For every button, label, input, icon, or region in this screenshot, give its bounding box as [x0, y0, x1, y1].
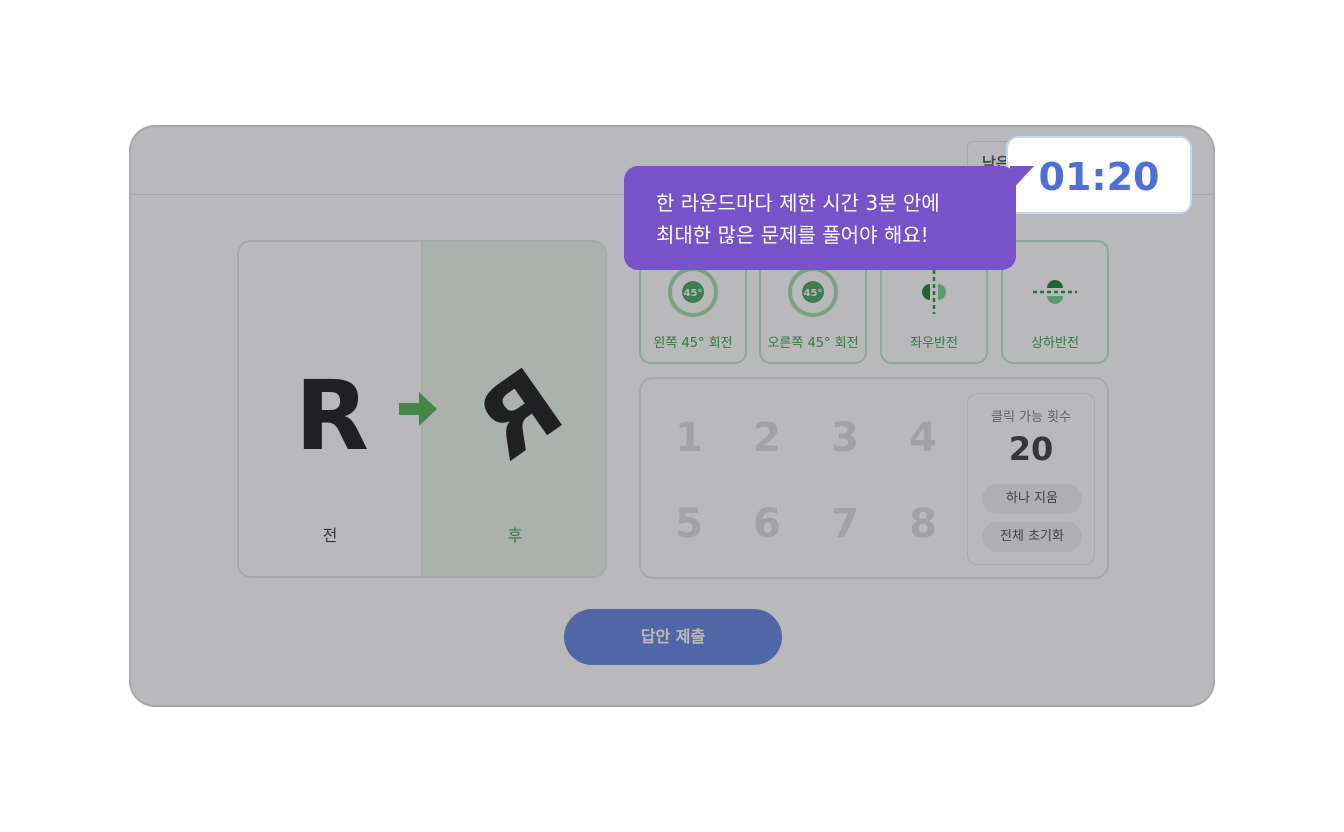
tooltip-line-1: 한 라운드마다 제한 시간 3분 안에 [656, 191, 940, 215]
tutorial-tooltip: 한 라운드마다 제한 시간 3분 안에 최대한 많은 문제를 풀어야 해요! [624, 166, 1016, 270]
tooltip-line-2: 최대한 많은 문제를 풀어야 해요! [656, 223, 929, 247]
